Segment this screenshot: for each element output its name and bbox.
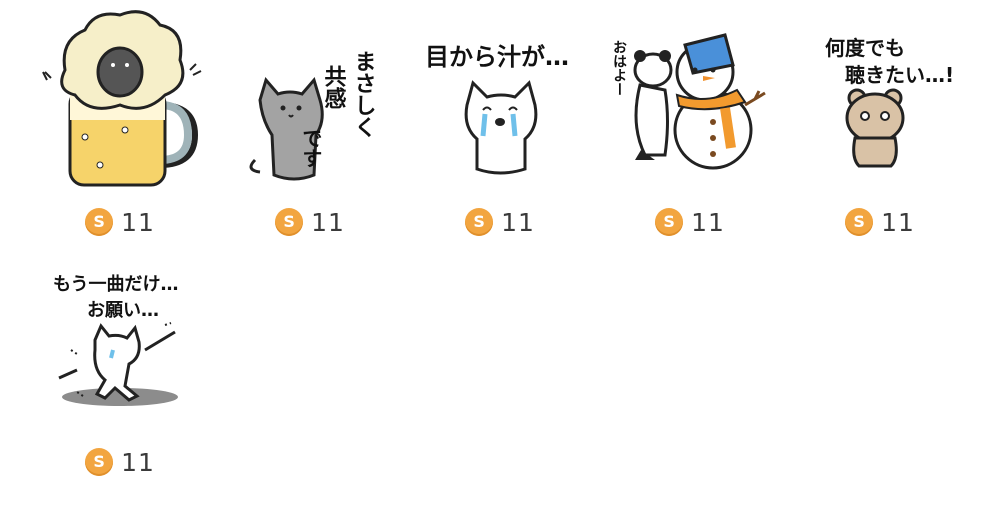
- price-count: 11: [501, 207, 535, 237]
- coin-icon: S: [85, 448, 114, 476]
- panda-snowman-sticker[interactable]: おはよー: [595, 10, 785, 200]
- coin-icon: S: [465, 208, 494, 236]
- svg-text:共感: 共感: [321, 65, 347, 109]
- price-count: 11: [311, 207, 345, 237]
- dancing-cat-sticker[interactable]: もう一曲だけ… お願い…: [25, 250, 215, 440]
- sticker-item[interactable]: 目から汁が… S 11: [405, 10, 595, 242]
- price-row: S 11: [595, 205, 785, 239]
- coin-icon: S: [655, 208, 684, 236]
- sticker-item[interactable]: まさしく 共感 です S 11: [215, 10, 405, 242]
- svg-text:おはよー: おはよー: [611, 40, 627, 96]
- crying-cat-sticker[interactable]: 目から汁が…: [405, 10, 595, 200]
- price-row: S 11: [785, 205, 975, 239]
- sticker-item[interactable]: おはよー S 11: [595, 10, 785, 242]
- sticker-item[interactable]: もう一曲だけ… お願い… S 11: [25, 250, 215, 482]
- price-row: S 11: [25, 205, 215, 239]
- sheep-beer-mug-sticker[interactable]: [25, 10, 215, 200]
- sticker-item[interactable]: S 11: [25, 10, 215, 242]
- coin-icon: S: [275, 208, 304, 236]
- svg-text:もう一曲だけ…: もう一曲だけ…: [53, 274, 178, 295]
- price-row: S 11: [405, 205, 595, 239]
- svg-text:です: です: [299, 128, 323, 168]
- price-row: S 11: [215, 205, 405, 239]
- price-count: 11: [691, 207, 725, 237]
- gray-cat-sympathy-sticker[interactable]: まさしく 共感 です: [215, 10, 405, 200]
- price-count: 11: [121, 207, 155, 237]
- coin-icon: S: [845, 208, 874, 236]
- svg-text:目から汁が…: 目から汁が…: [425, 43, 569, 71]
- price-count: 11: [121, 447, 155, 477]
- sticker-grid: S 11 まさしく 共感 です S 11 目から汁が… S 11 おはよー S …: [0, 0, 1000, 518]
- svg-text:お願い…: お願い…: [87, 300, 159, 321]
- coin-icon: S: [85, 208, 114, 236]
- svg-text:聴きたい…!: 聴きたい…!: [845, 63, 954, 87]
- sticker-item[interactable]: 何度でも 聴きたい…! S 11: [785, 10, 975, 242]
- price-row: S 11: [25, 445, 215, 479]
- svg-text:まさしく: まさしく: [351, 50, 376, 138]
- bear-listen-again-sticker[interactable]: 何度でも 聴きたい…!: [785, 10, 975, 200]
- price-count: 11: [881, 207, 915, 237]
- svg-text:何度でも: 何度でも: [825, 36, 905, 60]
